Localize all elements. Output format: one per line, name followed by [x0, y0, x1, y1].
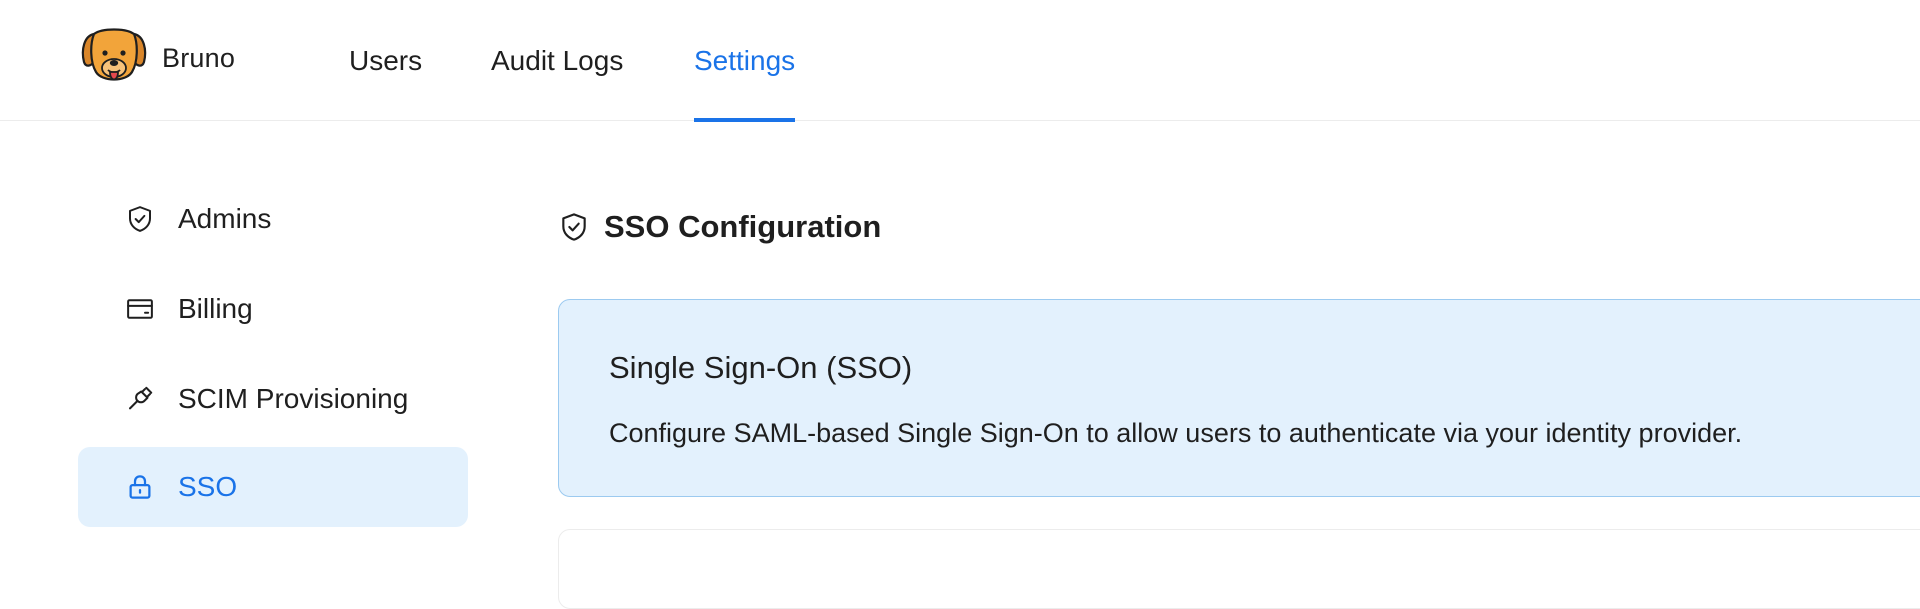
- bruno-dog-logo-icon: [81, 28, 147, 81]
- sidebar-item-admins[interactable]: Admins: [78, 179, 468, 259]
- shield-check-icon: [558, 211, 590, 243]
- sidebar-item-sso[interactable]: SSO: [78, 447, 468, 527]
- info-card-description: Configure SAML-based Single Sign-On to a…: [609, 418, 1743, 448]
- brand-name: Bruno: [162, 42, 236, 73]
- sidebar-item-label: Admins: [178, 203, 272, 234]
- sidebar-item-billing[interactable]: Billing: [78, 269, 468, 349]
- credit-card-icon: [124, 293, 156, 325]
- plug-icon: [124, 383, 156, 415]
- tab-audit-logs[interactable]: Audit Logs: [491, 0, 623, 121]
- sidebar-item-label: SSO: [178, 471, 238, 502]
- lock-icon: [124, 471, 156, 503]
- tab-users[interactable]: Users: [349, 0, 422, 121]
- top-navigation-bar: Bruno Users Audit Logs Settings: [0, 0, 1920, 122]
- info-card-title: Single Sign-On (SSO): [609, 350, 913, 385]
- sidebar-item-label: Billing: [178, 293, 253, 324]
- sso-settings-card: [558, 529, 1920, 609]
- section-header: SSO Configuration: [558, 205, 881, 249]
- shield-check-icon: [124, 203, 156, 235]
- brand[interactable]: Bruno: [80, 26, 235, 90]
- sidebar-item-scim-provisioning[interactable]: SCIM Provisioning: [78, 359, 468, 439]
- sidebar-item-label: SCIM Provisioning: [178, 383, 409, 414]
- sso-info-card: Single Sign-On (SSO) Configure SAML-base…: [558, 299, 1920, 497]
- page-title: SSO Configuration: [604, 209, 882, 244]
- tab-settings[interactable]: Settings: [694, 0, 796, 122]
